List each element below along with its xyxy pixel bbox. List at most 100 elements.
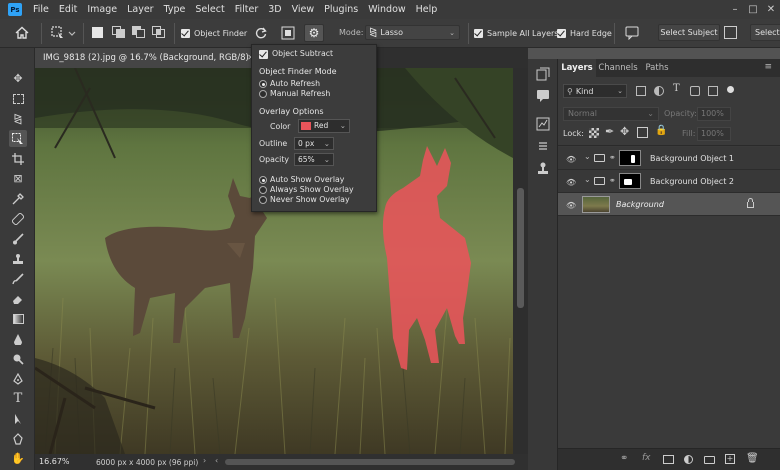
menu-window[interactable]: Window (363, 0, 410, 19)
libraries-panel-icon[interactable] (536, 161, 550, 175)
menu-3d[interactable]: 3D (263, 0, 286, 19)
always-show-overlay-option[interactable]: Always Show Overlay (259, 185, 354, 194)
show-all-objects-icon[interactable] (281, 26, 295, 40)
eraser-tool-icon[interactable] (9, 290, 27, 307)
new-selection-icon[interactable] (92, 27, 103, 38)
shape-tool-icon[interactable] (9, 430, 27, 447)
manual-refresh-option[interactable]: Manual Refresh (259, 89, 330, 98)
overlay-color-select[interactable]: Red ⌄ (298, 119, 350, 133)
new-group-icon[interactable] (704, 456, 715, 464)
auto-refresh-option[interactable]: Auto Refresh (259, 79, 320, 88)
document-tab[interactable]: IMG_9818 (2).jpg @ 16.7% (Background, RG… (35, 48, 260, 68)
clone-stamp-tool-icon[interactable] (9, 250, 27, 267)
pen-tool-icon[interactable] (9, 370, 27, 387)
history-panel-icon[interactable] (536, 67, 550, 81)
tab-layers[interactable]: Layers (558, 59, 596, 77)
gradient-tool-icon[interactable] (9, 310, 27, 327)
object-finder-checkbox[interactable] (181, 28, 190, 38)
blur-tool-icon[interactable] (9, 330, 27, 347)
delete-layer-icon[interactable]: 🗑 (746, 453, 759, 464)
layer-fill-field[interactable]: 100% (697, 127, 731, 141)
menu-help[interactable]: Help (411, 0, 443, 19)
outline-field[interactable]: 0 px ⌄ (294, 137, 334, 150)
auto-show-overlay-option[interactable]: Auto Show Overlay (259, 175, 344, 184)
lock-transparent-pixels-icon[interactable] (589, 128, 599, 138)
chevron-down-icon[interactable]: ⌄ (584, 175, 591, 184)
object-finder-settings-button[interactable]: ⚙ (304, 24, 324, 42)
layer-row-background-object-1[interactable]: 👁 ⌄ ⚭ Background Object 1 (558, 147, 780, 170)
frame-tool-icon[interactable]: ⊠ (9, 170, 27, 187)
refresh-icon[interactable] (254, 26, 268, 40)
subtract-from-selection-icon[interactable] (132, 26, 146, 39)
menu-view[interactable]: View (287, 0, 320, 19)
intersect-selection-icon[interactable] (152, 26, 166, 39)
select-and-mask-icon[interactable] (724, 26, 737, 39)
dodge-tool-icon[interactable] (9, 350, 27, 367)
filter-shape-icon[interactable] (690, 86, 700, 96)
sample-all-layers-toggle[interactable]: Sample All Layers (474, 27, 558, 39)
menu-filter[interactable]: Filter (230, 0, 264, 19)
link-icon[interactable]: ⚭ (609, 176, 616, 185)
type-tool-icon[interactable]: T (9, 390, 27, 407)
vertical-scrollbar[interactable] (513, 68, 528, 454)
close-icon[interactable]: ✕ (762, 4, 780, 15)
lasso-tool-icon[interactable]: ⧎ (9, 110, 27, 127)
brush-tool-icon[interactable] (9, 230, 27, 247)
select-and-mask-button[interactable]: Select (750, 24, 780, 41)
layer-opacity-field[interactable]: 100% (697, 107, 731, 121)
scroll-thumb[interactable] (517, 188, 524, 308)
move-tool-icon[interactable]: ✥ (9, 70, 27, 87)
menu-edit[interactable]: Edit (54, 0, 82, 19)
crop-tool-icon[interactable] (9, 150, 27, 167)
home-icon[interactable] (14, 25, 30, 41)
object-subtract-checkbox[interactable] (259, 49, 268, 59)
object-selection-tool-icon[interactable] (9, 130, 27, 147)
lock-all-icon[interactable]: 🔒 (655, 125, 667, 136)
layer-mask-thumbnail[interactable] (619, 173, 641, 189)
layer-filter-kind[interactable]: ⚲ Kind ⌄ (563, 84, 627, 98)
lock-image-pixels-icon[interactable]: ✒ (605, 125, 614, 138)
zoom-level[interactable]: 16.67% (39, 457, 70, 466)
filter-adjustment-icon[interactable] (654, 86, 664, 96)
blend-mode-select[interactable]: Normal ⌄ (563, 107, 659, 121)
filter-type-icon[interactable]: T (673, 83, 680, 94)
always-show-overlay-radio[interactable] (259, 186, 267, 194)
link-layers-icon[interactable]: ⚭ (620, 453, 628, 464)
mode-select[interactable]: ⧎ Lasso ⌄ (365, 25, 460, 40)
lock-artboard-icon[interactable] (637, 127, 648, 138)
layer-row-background[interactable]: 👁 Background (558, 193, 780, 216)
visibility-eye-icon[interactable]: 👁 (566, 155, 576, 164)
chevron-down-icon[interactable]: ⌄ (584, 152, 591, 161)
filter-pixel-icon[interactable] (636, 86, 646, 96)
never-show-overlay-radio[interactable] (259, 196, 267, 204)
menu-plugins[interactable]: Plugins (319, 0, 363, 19)
hard-edge-checkbox[interactable] (557, 28, 566, 38)
panel-menu-icon[interactable]: ≡ (764, 62, 772, 72)
lock-position-icon[interactable]: ✥ (620, 125, 629, 138)
new-layer-icon[interactable]: + (725, 454, 735, 464)
horizontal-scroll-thumb[interactable] (225, 459, 515, 465)
object-subtract-option[interactable]: Object Subtract (259, 49, 333, 59)
select-subject-button[interactable]: Select Subject (658, 24, 720, 41)
menu-select[interactable]: Select (190, 0, 229, 19)
feedback-icon[interactable] (625, 26, 639, 41)
visibility-eye-icon[interactable]: 👁 (566, 201, 576, 210)
auto-show-overlay-radio[interactable] (259, 176, 267, 184)
menu-layer[interactable]: Layer (122, 0, 159, 19)
object-finder-toggle[interactable]: Object Finder (181, 27, 247, 39)
chevron-right-icon[interactable]: › (203, 456, 206, 465)
hand-tool-icon[interactable]: ✋ (9, 450, 27, 467)
adjustment-layer-icon[interactable] (684, 455, 693, 464)
layer-style-icon[interactable]: fx (642, 453, 651, 463)
history-brush-tool-icon[interactable] (9, 270, 27, 287)
manual-refresh-radio[interactable] (259, 90, 267, 98)
marquee-tool-icon[interactable] (9, 90, 27, 107)
never-show-overlay-option[interactable]: Never Show Overlay (259, 195, 350, 204)
add-to-selection-icon[interactable] (112, 26, 126, 39)
tab-paths[interactable]: Paths (642, 59, 672, 77)
visibility-eye-icon[interactable]: 👁 (566, 178, 576, 187)
menu-image[interactable]: Image (82, 0, 122, 19)
layer-thumbnail[interactable] (582, 196, 610, 213)
maximize-icon[interactable]: □ (744, 4, 762, 15)
chevron-left-icon[interactable]: ‹ (215, 456, 218, 465)
